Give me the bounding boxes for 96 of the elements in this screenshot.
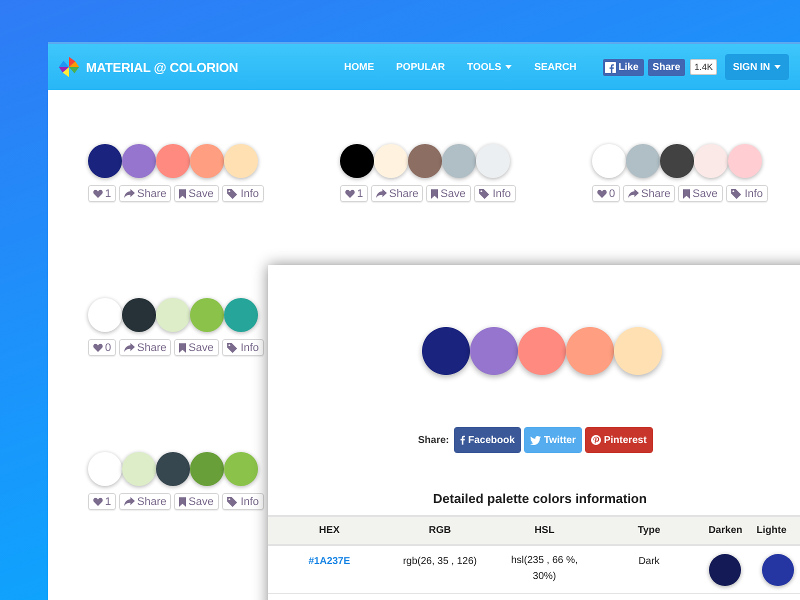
info-button[interactable]: Info xyxy=(726,185,768,202)
color-swatch[interactable] xyxy=(88,298,122,332)
facebook-share-button[interactable]: Share xyxy=(648,58,686,76)
sign-in-button[interactable]: SIGN IN xyxy=(724,54,790,80)
likes-count-button[interactable]: 0 xyxy=(88,339,116,356)
color-swatch[interactable] xyxy=(88,452,122,486)
share-arrow-icon xyxy=(124,343,136,352)
save-button[interactable]: Save xyxy=(174,493,219,510)
info-button[interactable]: Info xyxy=(222,339,264,356)
bookmark-icon xyxy=(683,188,690,198)
pinterest-share-button[interactable]: Pinterest xyxy=(584,427,653,453)
column-header: Darken xyxy=(708,525,742,536)
heart-icon xyxy=(597,189,607,198)
color-swatch[interactable] xyxy=(224,452,258,486)
heart-icon xyxy=(93,343,103,352)
save-button[interactable]: Save xyxy=(678,185,723,202)
color-swatch[interactable] xyxy=(224,298,258,332)
pinwheel-icon xyxy=(58,56,80,78)
color-swatch[interactable] xyxy=(422,327,470,375)
column-header: Lighte xyxy=(756,525,787,536)
share-arrow-icon xyxy=(124,497,136,506)
bookmark-icon xyxy=(179,496,186,506)
share-button[interactable]: Share xyxy=(623,185,676,202)
table-cell-text: hsl(235 , 66 %, 30%) xyxy=(510,554,579,584)
table-cell: rgb(26, 35 , 126) xyxy=(402,556,477,567)
color-swatch[interactable] xyxy=(408,144,442,178)
tag-icon xyxy=(226,188,239,198)
color-swatch[interactable] xyxy=(592,144,626,178)
likes-count-button[interactable]: 1 xyxy=(88,185,116,202)
color-swatch[interactable] xyxy=(122,452,156,486)
info-button[interactable]: Info xyxy=(474,185,516,202)
share-button[interactable]: Share xyxy=(371,185,424,202)
bookmark-icon xyxy=(431,188,438,198)
heart-icon xyxy=(93,497,103,506)
hex-link[interactable]: #1A237E xyxy=(308,556,350,567)
color-swatch[interactable] xyxy=(190,298,224,332)
save-button[interactable]: Save xyxy=(174,339,219,356)
color-swatch[interactable] xyxy=(566,327,614,375)
color-swatch[interactable] xyxy=(340,144,374,178)
share-button[interactable]: Share xyxy=(119,339,172,356)
facebook-icon xyxy=(460,435,466,445)
likes-count-button[interactable]: 0 xyxy=(592,185,620,202)
color-swatch[interactable] xyxy=(660,144,694,178)
column-header: RGB xyxy=(428,525,452,536)
facebook-share-button[interactable]: Facebook xyxy=(454,427,521,453)
share-arrow-icon xyxy=(628,189,640,198)
save-button[interactable]: Save xyxy=(174,185,219,202)
color-swatch[interactable] xyxy=(518,327,566,375)
tag-icon xyxy=(226,496,239,506)
color-swatch[interactable] xyxy=(224,144,258,178)
share-button[interactable]: Share xyxy=(119,493,172,510)
bookmark-icon xyxy=(179,342,186,352)
share-label: Share: xyxy=(418,434,450,446)
share-arrow-icon xyxy=(124,189,136,198)
color-swatch[interactable] xyxy=(442,144,476,178)
bookmark-icon xyxy=(179,188,186,198)
pinterest-icon xyxy=(590,435,601,445)
color-swatch[interactable] xyxy=(728,144,762,178)
twitter-share-button[interactable]: Twitter xyxy=(524,427,582,453)
color-swatch[interactable] xyxy=(374,144,408,178)
color-swatch[interactable] xyxy=(626,144,660,178)
color-swatch[interactable] xyxy=(156,452,190,486)
facebook-icon xyxy=(604,62,616,72)
color-swatch[interactable] xyxy=(88,144,122,178)
facebook-like-button[interactable]: Like xyxy=(602,58,644,76)
likes-count-button[interactable]: 1 xyxy=(88,493,116,510)
column-header: HEX xyxy=(319,525,340,536)
color-swatch[interactable] xyxy=(476,144,510,178)
tag-icon xyxy=(478,188,491,198)
heart-icon xyxy=(93,189,103,198)
tag-icon xyxy=(226,342,239,352)
color-swatch[interactable] xyxy=(122,298,156,332)
color-swatch[interactable] xyxy=(156,144,190,178)
table-cell: Dark xyxy=(638,556,660,567)
info-button[interactable]: Info xyxy=(222,185,264,202)
share-button[interactable]: Share xyxy=(119,185,172,202)
column-header: HSL xyxy=(534,525,554,536)
save-button[interactable]: Save xyxy=(426,185,471,202)
color-swatch[interactable] xyxy=(190,144,224,178)
column-header: Type xyxy=(638,525,660,536)
color-swatch[interactable] xyxy=(614,327,662,375)
color-swatch[interactable] xyxy=(122,144,156,178)
heart-icon xyxy=(345,189,355,198)
color-swatch[interactable] xyxy=(694,144,728,178)
color-swatch[interactable] xyxy=(190,452,224,486)
caret-icon xyxy=(774,65,782,69)
likes-count-button[interactable]: 1 xyxy=(340,185,368,202)
tag-icon xyxy=(730,188,743,198)
color-swatch[interactable] xyxy=(156,298,190,332)
bird-icon xyxy=(530,436,541,444)
share-count: 1.4K xyxy=(690,59,717,75)
info-button[interactable]: Info xyxy=(222,493,264,510)
caret-icon xyxy=(505,65,512,69)
color-swatch[interactable] xyxy=(470,327,518,375)
section-heading: Detailed palette colors information xyxy=(433,491,648,506)
share-arrow-icon xyxy=(376,189,388,198)
